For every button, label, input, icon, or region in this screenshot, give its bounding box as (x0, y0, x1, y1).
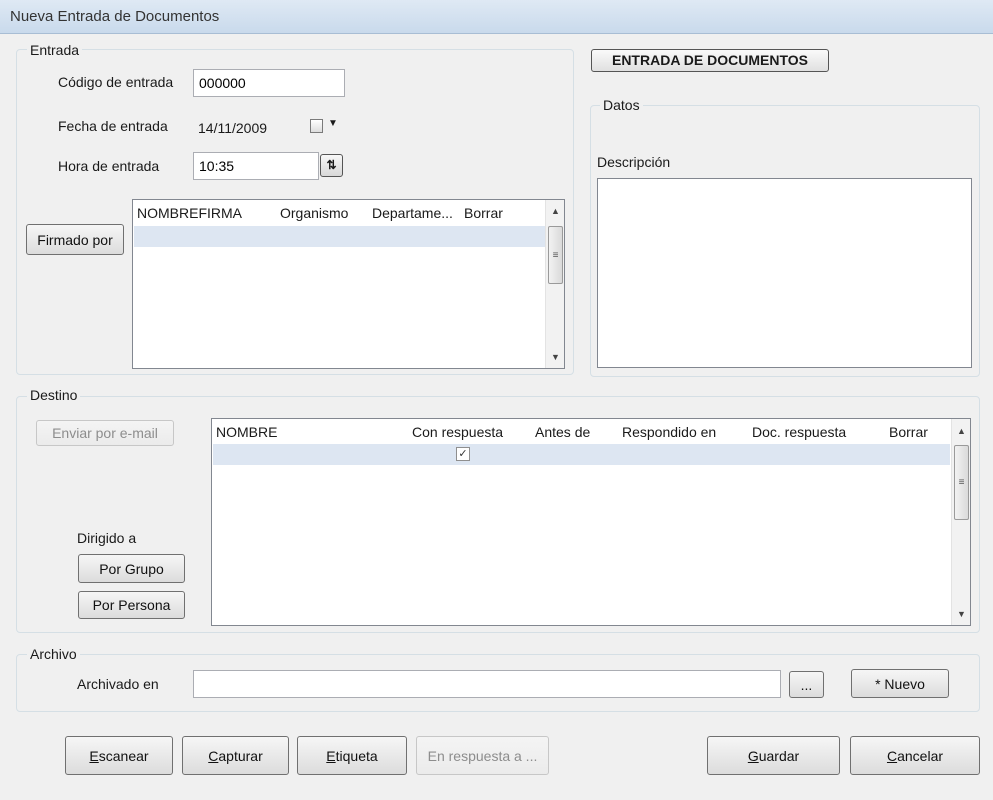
col-borrar: Borrar (889, 424, 928, 440)
window-title: Nueva Entrada de Documentos (10, 8, 220, 25)
table-row[interactable] (134, 226, 545, 247)
entrada-legend: Entrada (27, 42, 83, 58)
time-spinner-icon[interactable]: ⇅ (320, 154, 343, 177)
archivado-label: Archivado en (77, 676, 159, 692)
por-persona-button[interactable]: Por Persona (78, 591, 185, 619)
scroll-thumb[interactable]: ≡ (548, 226, 563, 284)
entrada-documentos-badge: ENTRADA DE DOCUMENTOS (591, 49, 829, 72)
scroll-down-icon[interactable]: ▼ (546, 348, 565, 366)
col-antes-de: Antes de (535, 424, 591, 440)
scroll-down-icon[interactable]: ▼ (952, 605, 971, 623)
escanear-button[interactable]: Escanear (65, 736, 173, 775)
firmado-por-button[interactable]: Firmado por (26, 224, 124, 255)
hora-input[interactable] (193, 152, 319, 180)
col-doc-respuesta: Doc. respuesta (752, 424, 847, 440)
codigo-label: Código de entrada (58, 74, 174, 90)
col-con-respuesta: Con respuesta (412, 424, 504, 440)
capturar-button[interactable]: Capturar (182, 736, 289, 775)
col-nombrefirma: NOMBREFIRMA (137, 205, 242, 221)
guardar-button[interactable]: Guardar (707, 736, 840, 775)
archivo-legend: Archivo (27, 646, 80, 662)
descripcion-textarea[interactable] (597, 178, 972, 368)
dirigido-label: Dirigido a (77, 530, 137, 546)
enviar-email-button[interactable]: Enviar por e-mail (36, 420, 174, 446)
destino-scrollbar[interactable]: ▲ ≡ ▼ (951, 419, 970, 625)
firmas-table[interactable]: NOMBREFIRMA Organismo Departame... Borra… (132, 199, 565, 369)
firmas-scrollbar[interactable]: ▲ ≡ ▼ (545, 200, 564, 368)
por-grupo-button[interactable]: Por Grupo (78, 554, 185, 583)
col-borrar: Borrar (464, 205, 503, 221)
col-organismo: Organismo (280, 205, 349, 221)
etiqueta-button[interactable]: Etiqueta (297, 736, 407, 775)
col-nombre: NOMBRE (216, 424, 278, 440)
col-departamento: Departame... (372, 205, 453, 221)
col-respondido-en: Respondido en (622, 424, 717, 440)
cancelar-button[interactable]: Cancelar (850, 736, 980, 775)
chevron-down-icon[interactable]: ▼ (328, 118, 338, 129)
scroll-up-icon[interactable]: ▲ (952, 422, 971, 440)
descripcion-label: Descripción (597, 154, 671, 170)
destino-legend: Destino (27, 387, 81, 403)
con-respuesta-checkbox[interactable]: ✓ (456, 447, 470, 461)
hora-label: Hora de entrada (58, 158, 160, 174)
fecha-value: 14/11/2009 (198, 120, 268, 136)
datos-legend: Datos (600, 97, 643, 113)
window-titlebar: Nueva Entrada de Documentos (0, 0, 993, 34)
fecha-picker[interactable]: 14/11/2009 ▼ (193, 113, 345, 141)
codigo-input[interactable] (193, 69, 345, 97)
scroll-up-icon[interactable]: ▲ (546, 202, 565, 220)
scroll-thumb[interactable]: ≡ (954, 445, 969, 520)
calendar-icon[interactable] (310, 119, 323, 133)
destino-table[interactable]: NOMBRE Con respuesta Antes de Respondido… (211, 418, 971, 626)
table-row[interactable]: ✓ (213, 444, 950, 465)
window-client: Entrada Código de entrada Fecha de entra… (2, 34, 991, 798)
fecha-label: Fecha de entrada (58, 118, 168, 134)
nuevo-button[interactable]: * Nuevo (851, 669, 949, 698)
en-respuesta-button[interactable]: En respuesta a ... (416, 736, 549, 775)
archivado-input[interactable] (193, 670, 781, 698)
browse-button[interactable]: ... (789, 671, 824, 698)
